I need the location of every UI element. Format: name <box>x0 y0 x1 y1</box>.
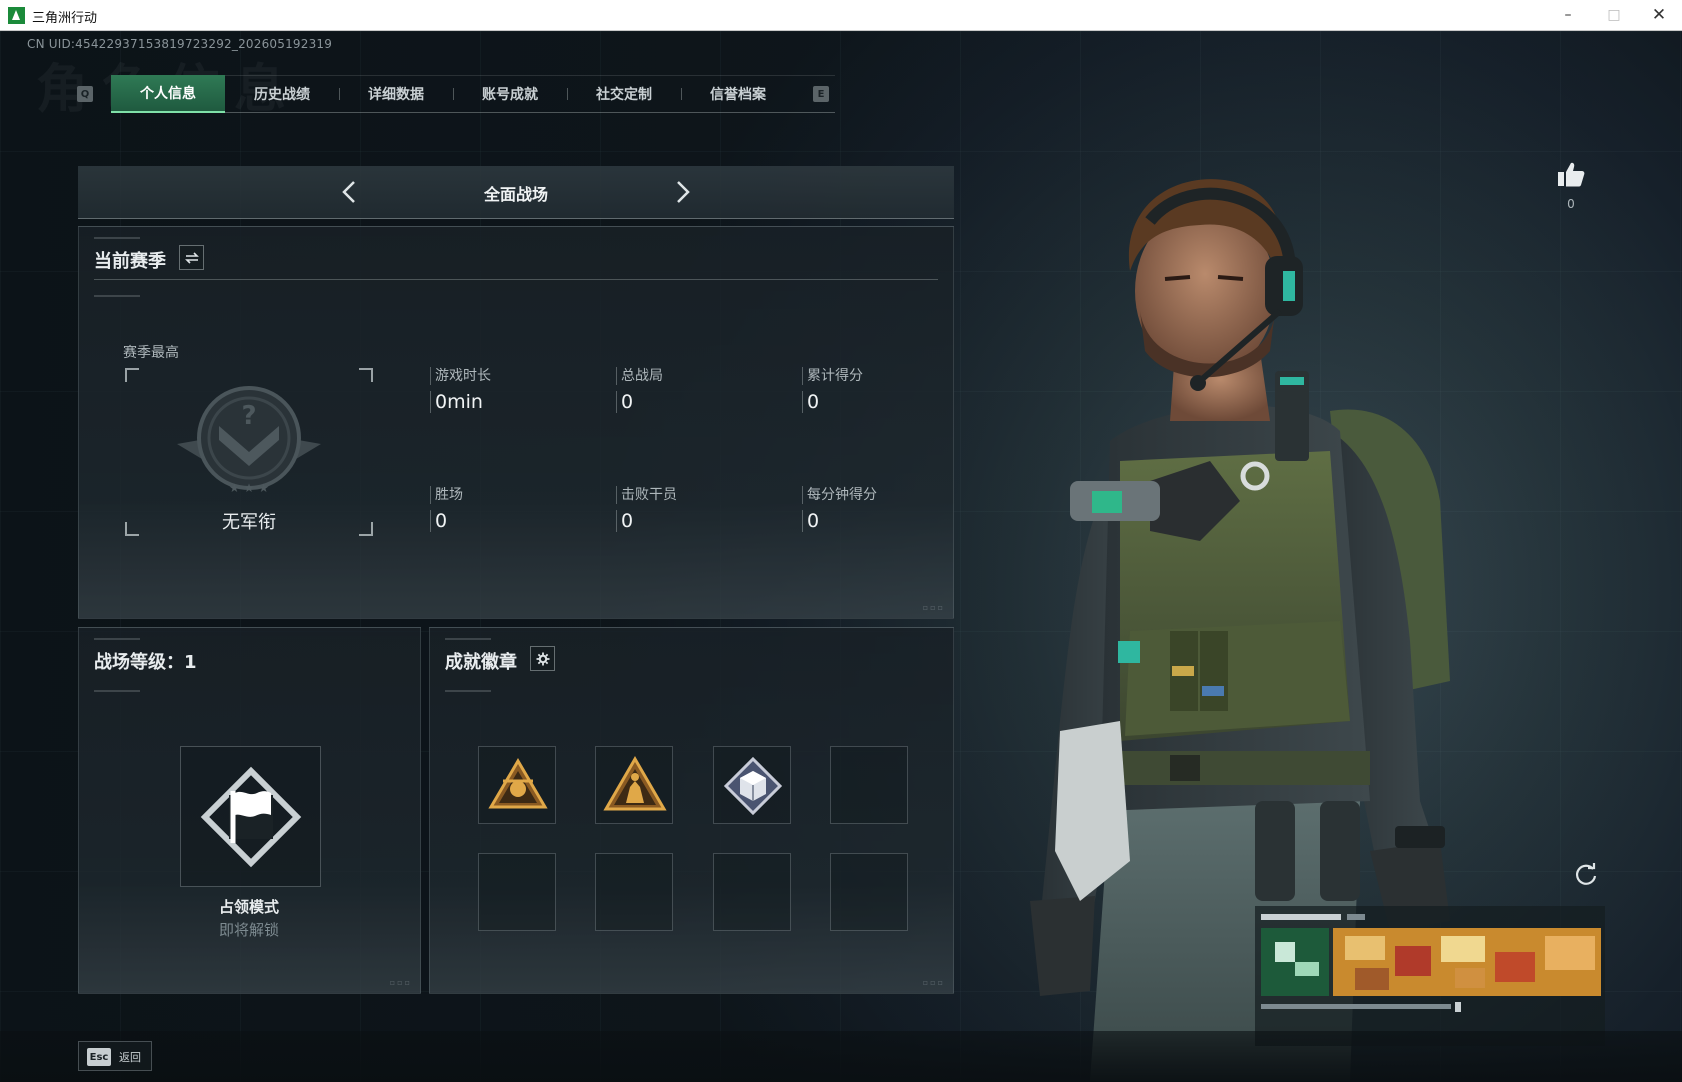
season-best-label: 赛季最高 <box>123 345 179 361</box>
badge-slot-6[interactable] <box>595 853 673 931</box>
tab-personal-info[interactable]: 个人信息 <box>111 75 225 113</box>
flag-icon <box>200 766 302 868</box>
stat-score-per-minute: 每分钟得分 0 <box>802 486 972 532</box>
battlefield-level-title: 战场等级：1 <box>94 652 197 673</box>
prev-tab-key-hint[interactable]: Q <box>77 86 93 102</box>
mode-selector-label: 全面战场 <box>483 185 548 204</box>
badge-slot-3[interactable] <box>713 746 791 824</box>
silver-diamond-cube-icon <box>723 756 783 816</box>
unknown-rank-icon: ? ★ ★ ★ <box>177 386 321 495</box>
mode-card-status: 即将解锁 <box>218 921 279 939</box>
badge-slot-2[interactable] <box>595 746 673 824</box>
stat-total-score: 累计得分 0 <box>802 367 972 413</box>
esc-key-hint: Esc <box>87 1048 111 1066</box>
like-count: 0 <box>1567 197 1575 211</box>
stat-value: 0 <box>616 391 786 413</box>
thumbs-up-icon <box>1558 162 1585 187</box>
rank-name: 无军衔 <box>222 512 276 533</box>
tab-detailed-data[interactable]: 详细数据 <box>339 75 453 113</box>
gear-icon[interactable] <box>530 646 555 671</box>
season-title: 当前赛季 <box>94 251 166 272</box>
stat-operators-defeated: 击败干员 0 <box>616 486 786 532</box>
footer-bar: Esc 返回 <box>0 1031 1682 1082</box>
stat-value: 0min <box>430 391 600 413</box>
capture-mode-card[interactable] <box>180 746 321 887</box>
stat-label: 总战局 <box>616 367 786 385</box>
svg-text:?: ? <box>241 401 256 431</box>
badge-slot-8[interactable] <box>830 853 908 931</box>
badge-slot-1[interactable] <box>478 746 556 824</box>
stat-total-matches: 总战局 0 <box>616 367 786 413</box>
badge-slot-7[interactable] <box>713 853 791 931</box>
stat-play-time: 游戏时长 0min <box>430 367 600 413</box>
mode-selector: 全面战场 <box>78 166 954 219</box>
current-season-panel: 当前赛季 赛季最高 ? ★ ★ ★ 无军衔 游戏时长 0min 总战局 0 累计… <box>78 226 954 619</box>
achievements-title: 成就徽章 <box>445 652 517 673</box>
rank-display: ? ★ ★ ★ 无军衔 <box>125 368 373 536</box>
window-title: 三角洲行动 <box>32 11 98 26</box>
stat-value: 0 <box>802 510 972 532</box>
tab-reputation-record[interactable]: 信誉档案 <box>681 75 795 113</box>
stat-value: 0 <box>802 391 972 413</box>
back-button[interactable]: Esc 返回 <box>78 1041 152 1071</box>
like-button[interactable]: 0 <box>1555 161 1587 211</box>
svg-text:★ ★ ★: ★ ★ ★ <box>229 481 269 495</box>
badge-slot-4[interactable] <box>830 746 908 824</box>
tab-account-achievements[interactable]: 账号成就 <box>453 75 567 113</box>
stat-value: 0 <box>616 510 786 532</box>
badge-slot-5[interactable] <box>478 853 556 931</box>
refresh-icon[interactable] <box>1573 861 1599 887</box>
maximize-button[interactable]: □ <box>1591 0 1637 30</box>
game-view: 角色信息 CN UID:45422937153819723292_2026051… <box>0 31 1682 1082</box>
chevron-right-icon[interactable] <box>668 178 696 206</box>
stat-label: 击败干员 <box>616 486 786 504</box>
player-name-card[interactable] <box>1255 906 1605 1046</box>
stat-wins: 胜场 0 <box>430 486 600 532</box>
tab-bar: Q 个人信息 历史战绩 详细数据 账号成就 社交定制 信誉档案 E <box>75 75 835 113</box>
window-titlebar: 三角洲行动 – □ ✕ <box>0 0 1682 31</box>
stat-label: 每分钟得分 <box>802 486 972 504</box>
close-button[interactable]: ✕ <box>1636 0 1682 30</box>
mode-card-name: 占领模式 <box>218 898 279 916</box>
app-logo-icon <box>8 7 25 24</box>
back-label: 返回 <box>119 1051 141 1064</box>
stat-label: 游戏时长 <box>430 367 600 385</box>
gold-triangle-soldier-icon <box>603 756 667 811</box>
stat-label: 胜场 <box>430 486 600 504</box>
tab-social-customization[interactable]: 社交定制 <box>567 75 681 113</box>
next-tab-key-hint[interactable]: E <box>813 86 829 102</box>
user-uid: CN UID:45422937153819723292_202605192319 <box>27 37 333 51</box>
minimize-button[interactable]: – <box>1545 0 1591 30</box>
gold-triangle-emblem-icon <box>488 758 548 809</box>
battlefield-level-panel: 战场等级：1 占领模式 即将解锁 ▫▫▫ <box>78 627 421 994</box>
stat-value: 0 <box>430 510 600 532</box>
achievement-badges-panel: 成就徽章 ▫▫▫ <box>429 627 954 994</box>
stat-label: 累计得分 <box>802 367 972 385</box>
tab-match-history[interactable]: 历史战绩 <box>225 75 339 113</box>
swap-icon[interactable] <box>179 245 204 270</box>
